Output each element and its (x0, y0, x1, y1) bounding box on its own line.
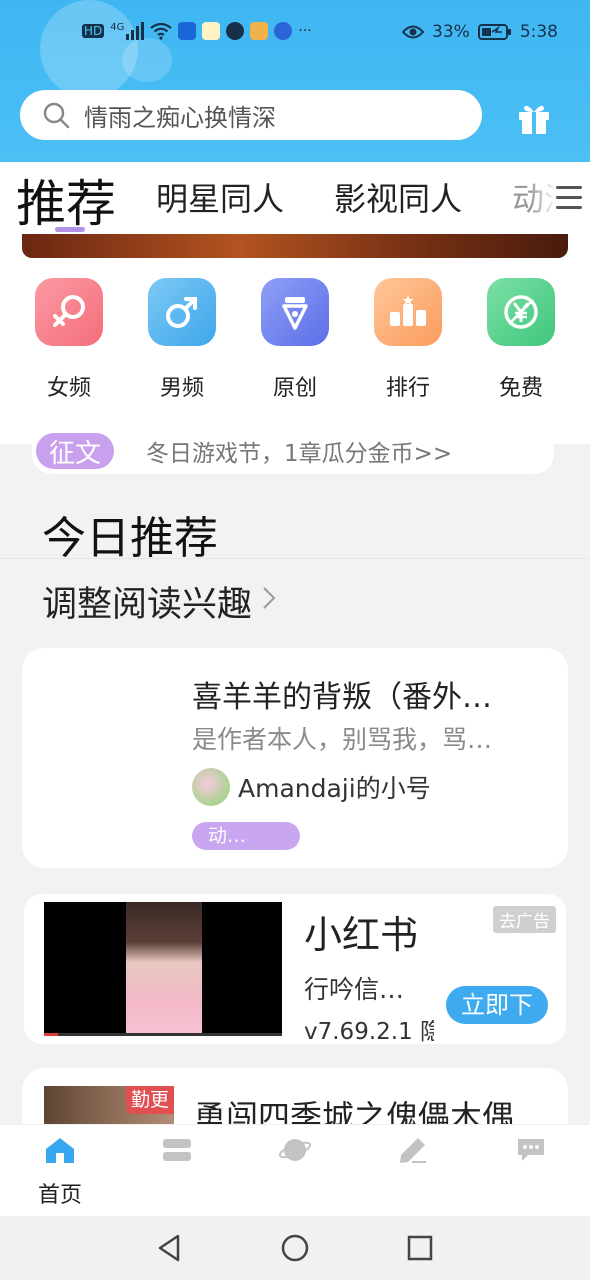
book-title: 勇闯四季城之傀儡木偶 (194, 1098, 515, 1128)
wifi-icon (150, 22, 173, 40)
section-title: 今日推荐 (42, 513, 218, 564)
app-notification-icon (250, 22, 269, 40)
battery-icon (477, 24, 511, 40)
ad-video-frame (126, 902, 202, 1036)
menu-icon (556, 186, 582, 216)
search-bar[interactable]: 情雨之痴心换情深 (20, 90, 482, 140)
ad-video[interactable] (44, 902, 282, 1036)
book-card[interactable]: 勤更 勇闯四季城之傀儡木偶 (22, 1068, 568, 1128)
sign-in-gift-icon[interactable] (516, 100, 552, 136)
adjust-interest-link[interactable]: 调整阅读兴趣 (42, 576, 276, 627)
ranking-icon (374, 278, 442, 346)
category-original[interactable]: 原创 (260, 278, 330, 402)
nav-messages[interactable] (491, 1135, 571, 1169)
hd-indicator: HD (82, 24, 105, 38)
search-placeholder: 情雨之痴心换情深 (84, 103, 276, 132)
status-bar: HD 4G ··· 33% 5:38 (0, 20, 590, 50)
planet-icon (278, 1139, 312, 1161)
header: HD 4G ··· 33% 5:38 情雨之痴心换情深 (0, 0, 590, 162)
library-icon (163, 1139, 191, 1161)
more-notifications: ··· (298, 23, 312, 39)
back-icon[interactable] (154, 1232, 186, 1264)
nav-label: 首页 (37, 1183, 82, 1208)
category-male[interactable]: 男频 (147, 278, 217, 402)
remove-ad-button[interactable]: 去广告 (493, 906, 556, 933)
notice-text: 冬日游戏节，1章瓜分金币>> (146, 441, 453, 467)
update-badge: 勤更 (126, 1086, 174, 1114)
nav-library[interactable] (137, 1135, 217, 1169)
contest-tag: 征文 (36, 433, 114, 469)
category-ranking[interactable]: 排行 (373, 278, 443, 402)
category-label: 男频 (159, 376, 204, 401)
book-description: 是作者本人，别骂我，骂… (192, 725, 493, 754)
home-icon (46, 1138, 74, 1163)
genre-tag: 动… (192, 822, 300, 850)
category-grid: 女频 男频 原创 排行 免费 (0, 278, 590, 408)
avatar (192, 768, 230, 806)
app-notification-icon (178, 22, 197, 40)
contest-notice[interactable]: 征文 冬日游戏节，1章瓜分金币>> (32, 428, 554, 474)
app-notification-icon (274, 22, 293, 40)
author-name: Amandaji的小号 (238, 774, 431, 803)
female-icon (35, 278, 103, 346)
ad-app-name: 小红书 (304, 913, 419, 957)
system-navigation-bar (0, 1216, 590, 1280)
network-type: 4G (110, 22, 125, 33)
book-author: Amandaji的小号 (192, 768, 431, 806)
download-button[interactable]: 立即下 (446, 986, 548, 1024)
tab-film-fanfic[interactable]: 影视同人 (334, 174, 462, 220)
banner-carousel[interactable] (22, 234, 568, 258)
nav-write[interactable] (373, 1135, 453, 1169)
chevron-right-icon (262, 585, 276, 618)
yen-icon (487, 278, 555, 346)
tabs-menu-button[interactable] (530, 172, 590, 222)
book-card[interactable]: 喜羊羊的背叛（番外… 是作者本人，别骂我，骂… Amandaji的小号 动… (22, 648, 568, 868)
home-button-icon[interactable] (279, 1232, 311, 1264)
clock: 5:38 (519, 22, 558, 42)
signal-icon: 4G (110, 22, 145, 40)
category-label: 原创 (272, 376, 317, 401)
ad-card[interactable]: 小红书 行吟信… v7.69.2.1 隐 去广告 立即下 (24, 894, 566, 1044)
tab-recommend[interactable]: 推荐 (16, 164, 116, 236)
eye-icon (402, 25, 425, 39)
pen-nib-icon (261, 278, 329, 346)
recent-apps-icon[interactable] (404, 1232, 436, 1264)
interest-label: 调整阅读兴趣 (42, 585, 253, 625)
chat-icon (518, 1139, 544, 1161)
tab-indicator (55, 227, 85, 232)
category-label: 免费 (498, 376, 543, 401)
category-female[interactable]: 女频 (34, 278, 104, 402)
category-tabs: 推荐 明星同人 影视同人 动漫 (0, 162, 590, 234)
app-notification-icon (202, 22, 221, 40)
message-icon (226, 22, 245, 40)
tab-star-fanfic[interactable]: 明星同人 (156, 174, 284, 220)
category-free[interactable]: 免费 (486, 278, 556, 402)
search-icon (43, 102, 70, 129)
battery-percent: 33% (432, 22, 470, 42)
category-label: 排行 (385, 376, 430, 401)
book-title: 喜羊羊的背叛（番外… (192, 680, 492, 715)
ad-publisher: 行吟信… (304, 975, 405, 1004)
write-icon (400, 1138, 426, 1163)
book-cover (42, 668, 172, 848)
nav-home[interactable]: 首页 (20, 1135, 100, 1209)
male-icon (148, 278, 216, 346)
ad-version: v7.69.2.1 隐 (304, 1019, 434, 1044)
video-progress (44, 1033, 282, 1036)
category-label: 女频 (46, 376, 91, 401)
divider (0, 558, 590, 559)
bottom-navigation: 首页 (0, 1124, 590, 1216)
nav-discover[interactable] (255, 1135, 335, 1169)
